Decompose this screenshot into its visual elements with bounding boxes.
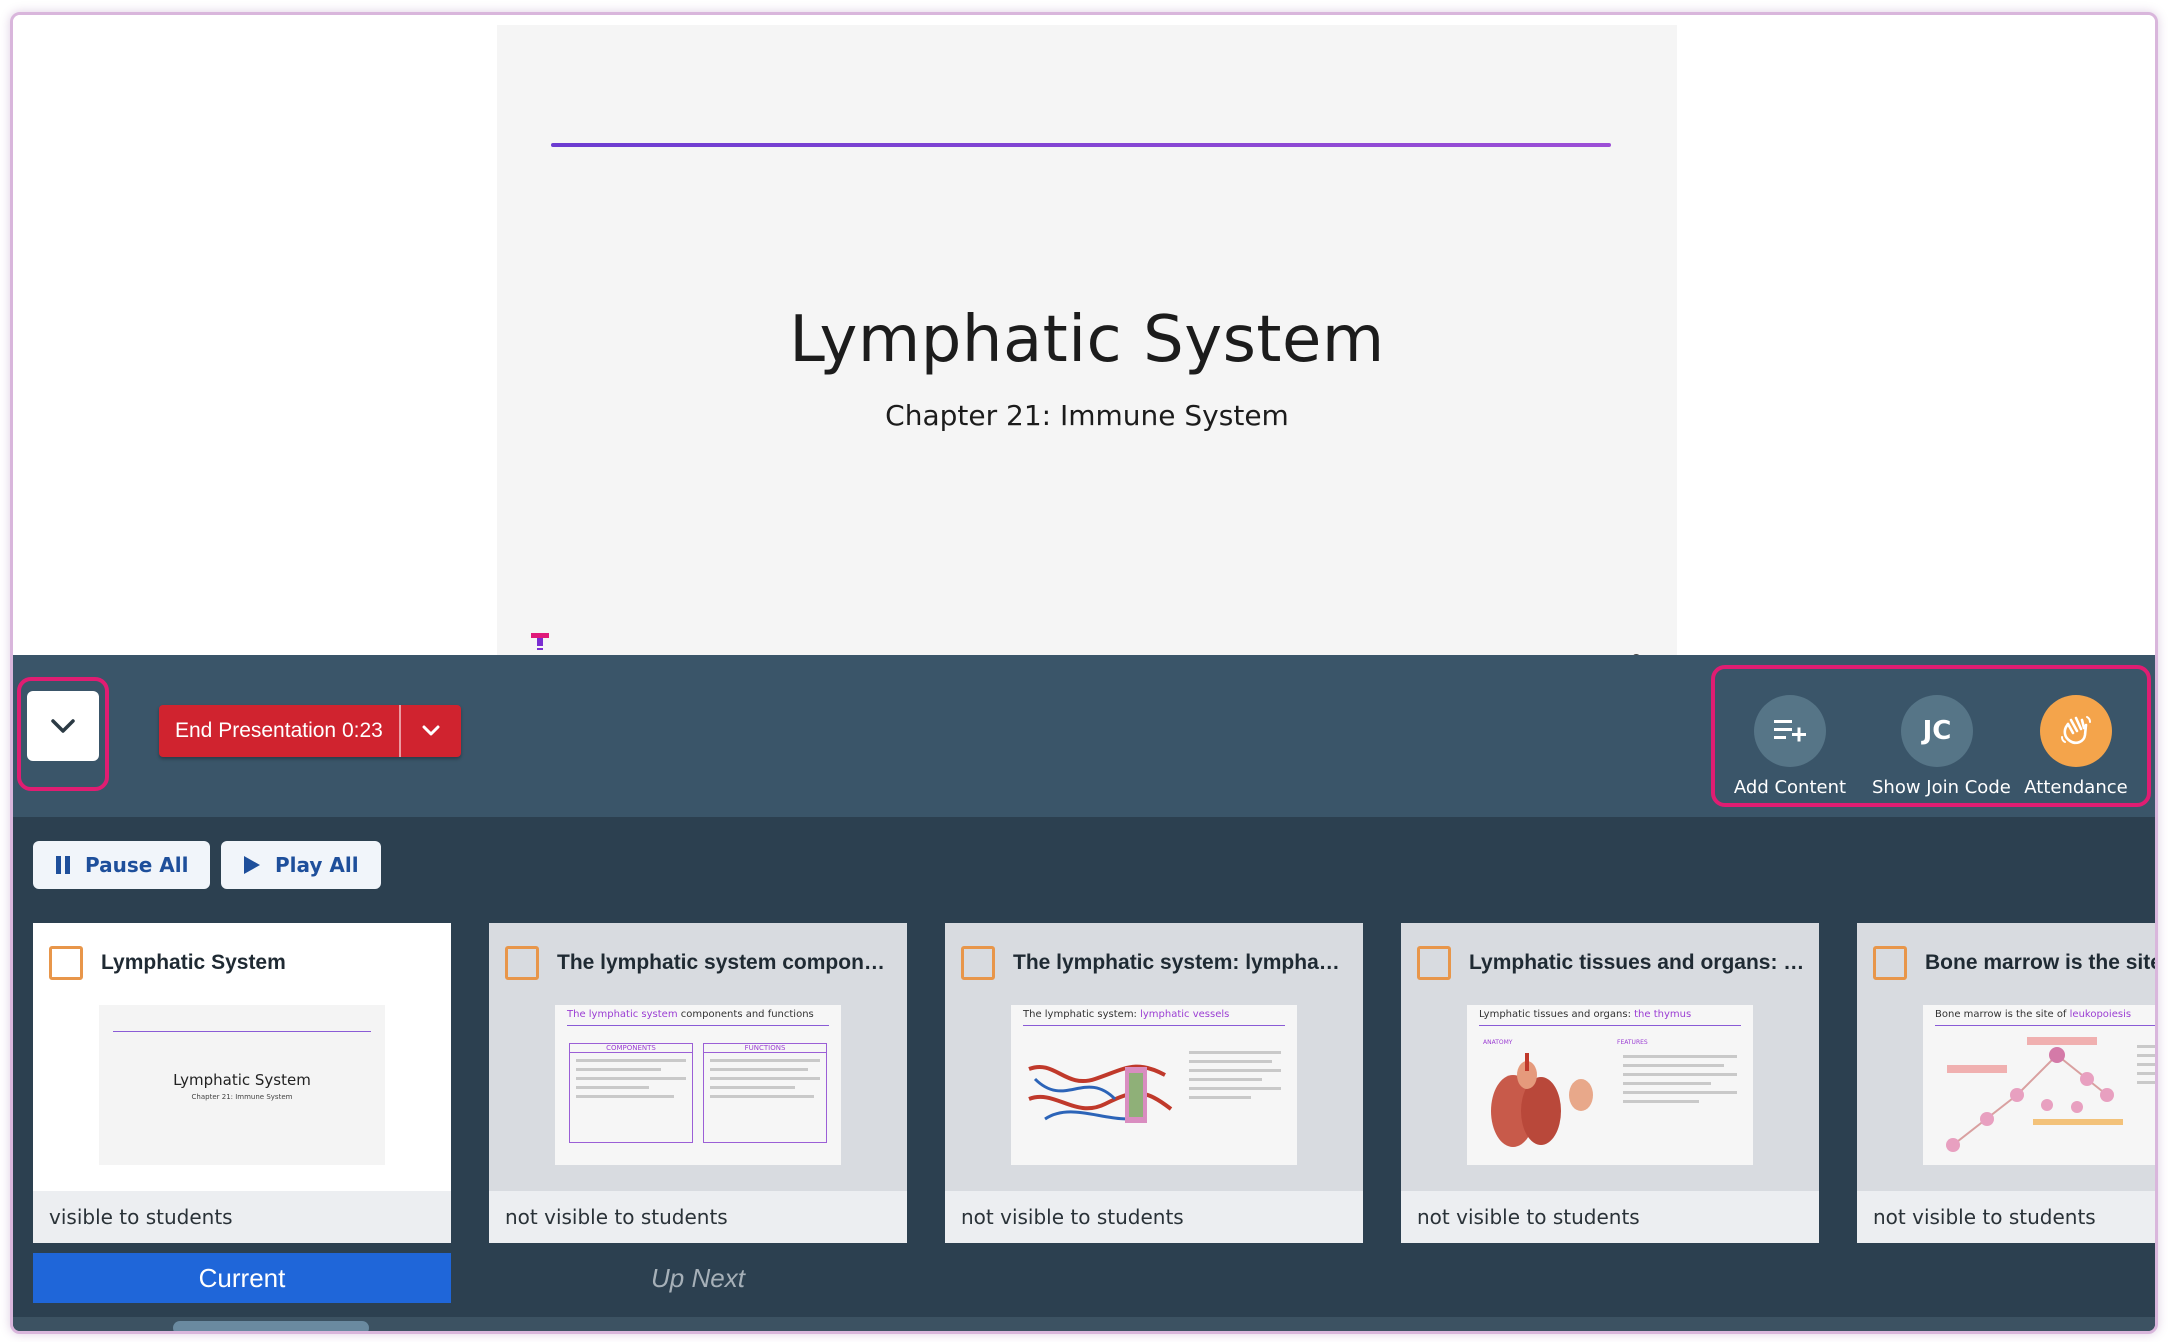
thumbnail-title: Lymphatic tissues and organs: the thymus <box>1479 1009 1692 1020</box>
slide-visibility-status: not visible to students <box>945 1191 1363 1243</box>
thumbnail-subtitle: Chapter 21: Immune System <box>191 1093 293 1101</box>
slide-card-header: Bone marrow is the site of leukopoiesis <box>1873 943 2155 983</box>
slide-thumbnail: The lymphatic system components and func… <box>555 1005 841 1165</box>
slide-select-checkbox[interactable] <box>49 946 83 980</box>
slide-select-checkbox[interactable] <box>961 946 995 980</box>
slide-card-title: Bone marrow is the site of leukopoiesis <box>1925 951 2155 974</box>
slide-select-checkbox[interactable] <box>1873 946 1907 980</box>
current-slide-indicator: Current <box>33 1253 451 1303</box>
presentation-stage: Lymphatic System Chapter 21: Immune Syst… <box>13 15 2155 668</box>
slide-visibility-status: not visible to students <box>489 1191 907 1243</box>
tools-highlight: Add Content JC Show Join Code Attendance <box>1711 665 2151 807</box>
show-join-code-button[interactable]: JC Show Join Code <box>1872 695 2011 798</box>
slide-select-checkbox[interactable] <box>505 946 539 980</box>
thumbnail-title: Bone marrow is the site of leukopoiesis <box>1935 1009 2132 1020</box>
add-content-icon <box>1754 695 1826 767</box>
current-slide: Lymphatic System Chapter 21: Immune Syst… <box>497 25 1677 668</box>
up-next-indicator: Up Next <box>651 1262 745 1293</box>
slide-thumbnail: Bone marrow is the site of leukopoiesis <box>1923 1005 2155 1165</box>
presenter-toolbar: End Presentation 0:23 Add Content JC Sho… <box>13 655 2155 817</box>
thumbnail-title: The lymphatic system: lymphatic vessels <box>1023 1009 1230 1020</box>
slide-thumbnail: Lymphatic System Chapter 21: Immune Syst… <box>99 1005 385 1165</box>
slide-card-header: The lymphatic system compon… <box>505 943 895 983</box>
end-presentation-split-button: End Presentation 0:23 <box>159 705 461 757</box>
thumbnail-title: Lymphatic System <box>173 1071 311 1089</box>
end-presentation-button[interactable]: End Presentation 0:23 <box>159 719 399 743</box>
chevron-down-icon <box>422 725 440 736</box>
slide-card-title: The lymphatic system: lympha… <box>1013 951 1340 974</box>
thumbnail-column: COMPONENTS <box>569 1043 693 1143</box>
app-window: Lymphatic System Chapter 21: Immune Syst… <box>10 12 2158 1334</box>
slide-card[interactable]: The lymphatic system: lympha… The lympha… <box>945 923 1363 1243</box>
lymph-vessels-illustration <box>1025 1049 1175 1139</box>
tray-scrollbar-thumb[interactable] <box>173 1321 369 1331</box>
play-icon <box>244 856 260 874</box>
leukopoiesis-diagram <box>1937 1035 2127 1159</box>
thumbnail-column: FUNCTIONS <box>703 1043 827 1143</box>
slide-visibility-status: visible to students <box>33 1191 451 1243</box>
slide-subtitle: Chapter 21: Immune System <box>885 399 1289 432</box>
collapse-tray-button[interactable] <box>27 691 99 761</box>
waving-hand-icon <box>2040 695 2112 767</box>
slide-cards-strip: Lymphatic System Lymphatic System Chapte… <box>33 923 2155 1253</box>
slide-card-header: Lymphatic tissues and organs: … <box>1417 943 1807 983</box>
slide-card-title: Lymphatic tissues and organs: … <box>1469 951 1805 974</box>
play-all-label: Play All <box>275 853 359 877</box>
slide-card-header: The lymphatic system: lympha… <box>961 943 1351 983</box>
pause-icon <box>56 856 70 874</box>
play-all-button[interactable]: Play All <box>221 841 381 889</box>
slide-title: Lymphatic System <box>789 303 1385 377</box>
attendance-button[interactable]: Attendance <box>2011 695 2141 798</box>
slide-card-header: Lymphatic System <box>49 943 439 983</box>
add-content-label: Add Content <box>1733 777 1847 798</box>
pause-all-button[interactable]: Pause All <box>33 841 211 889</box>
slide-visibility-status: not visible to students <box>1857 1191 2155 1243</box>
slide-title-rule <box>551 143 1611 147</box>
slide-thumbnail: The lymphatic system: lymphatic vessels <box>1011 1005 1297 1165</box>
join-code-icon: JC <box>1901 695 1973 767</box>
slide-select-checkbox[interactable] <box>1417 946 1451 980</box>
slide-logo-icon <box>529 631 551 657</box>
attendance-label: Attendance <box>2024 777 2128 798</box>
pause-all-label: Pause All <box>85 853 189 877</box>
slide-card-title: The lymphatic system compon… <box>557 951 885 974</box>
slide-tray: Pause All Play All Lymphatic System Lymp… <box>13 817 2155 1331</box>
add-content-button[interactable]: Add Content <box>1725 695 1855 798</box>
slide-card[interactable]: The lymphatic system compon… The lymphat… <box>489 923 907 1243</box>
chevron-down-icon <box>51 719 75 733</box>
slide-card[interactable]: Lymphatic System Lymphatic System Chapte… <box>33 923 451 1243</box>
thumbnail-title: The lymphatic system components and func… <box>567 1009 814 1020</box>
slide-card[interactable]: Lymphatic tissues and organs: … Lymphati… <box>1401 923 1819 1243</box>
slide-card[interactable]: Bone marrow is the site of leukopoiesis … <box>1857 923 2155 1243</box>
slide-thumbnail: Lymphatic tissues and organs: the thymus… <box>1467 1005 1753 1165</box>
tray-scrollbar[interactable] <box>13 1317 2155 1331</box>
slide-card-title: Lymphatic System <box>101 951 286 974</box>
slide-visibility-status: not visible to students <box>1401 1191 1819 1243</box>
thymus-illustration <box>1483 1049 1603 1155</box>
end-presentation-dropdown[interactable] <box>401 705 461 757</box>
show-join-code-label: Show Join Code <box>1872 777 2011 798</box>
